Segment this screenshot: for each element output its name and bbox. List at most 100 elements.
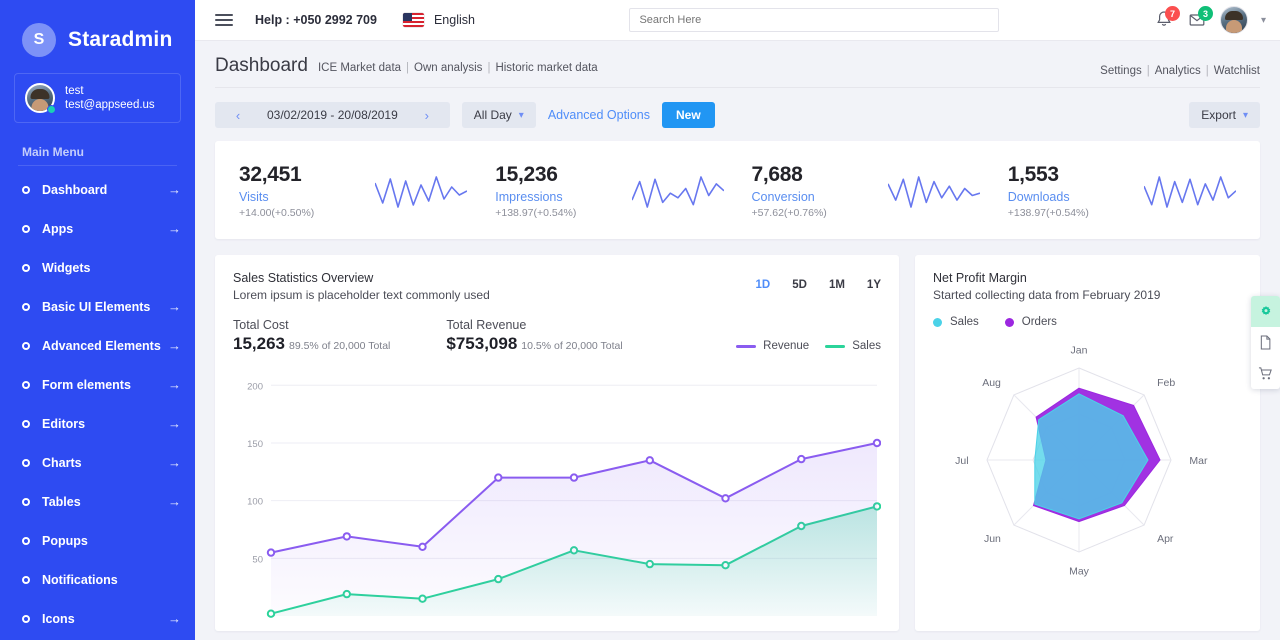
floating-action-panel bbox=[1251, 296, 1280, 389]
advanced-options-link[interactable]: Advanced Options bbox=[548, 108, 650, 122]
sidebar-item-dashboard[interactable]: Dashboard → bbox=[0, 170, 195, 209]
language-selector[interactable]: English bbox=[434, 13, 475, 27]
legend-color-dot bbox=[933, 317, 942, 327]
total-revenue-note: 10.5% of 20,000 Total bbox=[521, 340, 623, 352]
sales-area-chart: 50 100 150 200 bbox=[233, 354, 881, 622]
bullet-icon bbox=[22, 458, 30, 467]
sidebar-item-label: Advanced Elements bbox=[42, 338, 161, 353]
arrow-right-icon: → bbox=[168, 494, 181, 509]
svg-text:Apr: Apr bbox=[1157, 533, 1174, 545]
legend-label: Sales bbox=[852, 340, 881, 352]
hamburger-icon[interactable] bbox=[215, 14, 233, 26]
stat-card: 15,236 Impressions +138.97(+0.54%) bbox=[481, 163, 737, 219]
sidebar-item-label: Popups bbox=[42, 533, 88, 548]
legend-label: Sales bbox=[950, 316, 979, 328]
svg-text:100: 100 bbox=[247, 497, 263, 508]
profit-card-title: Net Profit Margin bbox=[933, 271, 1027, 285]
total-revenue-label: Total Revenue bbox=[446, 318, 527, 332]
chevron-down-icon: ▾ bbox=[518, 109, 524, 121]
sidebar-item-label: Editors bbox=[42, 416, 86, 431]
stat-delta: +138.97(+0.54%) bbox=[1007, 207, 1089, 219]
sidebar-item-apps[interactable]: Apps → bbox=[0, 209, 195, 248]
chevron-down-icon[interactable]: ▾ bbox=[1261, 15, 1266, 26]
export-dropdown[interactable]: Export ▾ bbox=[1189, 102, 1260, 128]
page-link[interactable]: Settings bbox=[1100, 65, 1142, 77]
sparkline-chart bbox=[631, 176, 724, 208]
user-avatar[interactable] bbox=[1219, 6, 1248, 34]
document-icon[interactable] bbox=[1251, 327, 1280, 358]
new-button[interactable]: New bbox=[661, 102, 715, 128]
stat-value: 1,553 bbox=[1007, 163, 1059, 186]
breadcrumb-item[interactable]: Own analysis bbox=[414, 62, 482, 74]
sidebar-item-basic-ui-elements[interactable]: Basic UI Elements → bbox=[0, 287, 195, 326]
svg-text:Aug: Aug bbox=[982, 377, 1001, 389]
range-tabs: 1D 5D 1M 1Y bbox=[756, 271, 881, 291]
range-tab-1d[interactable]: 1D bbox=[756, 279, 771, 291]
breadcrumb: ICE Market data | Own analysis | Historic ma… bbox=[318, 62, 598, 74]
sidebar-item-icons[interactable]: Icons → bbox=[0, 599, 195, 638]
sidebar-item-editors[interactable]: Editors → bbox=[0, 404, 195, 443]
sidebar-item-charts[interactable]: Charts → bbox=[0, 443, 195, 482]
link-separator: | bbox=[1205, 65, 1209, 77]
bullet-icon bbox=[22, 536, 30, 545]
main-area: Help : +050 2992 709 English 7 bbox=[195, 0, 1280, 640]
page-link[interactable]: Watchlist bbox=[1214, 65, 1260, 77]
page-content: Dashboard ICE Market data | Own analysis | H… bbox=[195, 41, 1280, 640]
svg-text:May: May bbox=[1069, 565, 1090, 577]
toolbar: ‹ 03/02/2019 - 20/08/2019 › All Day ▾ Ad… bbox=[215, 88, 1260, 141]
arrow-right-icon: → bbox=[168, 455, 181, 470]
stat-value: 15,236 bbox=[495, 163, 558, 186]
net-profit-radar-chart: Jan Feb Mar Apr May Jun Jul Aug bbox=[933, 328, 1242, 596]
sales-statistics-card: Sales Statistics Overview Lorem ipsum is… bbox=[215, 255, 899, 631]
legend-color-dot bbox=[1004, 317, 1014, 327]
sidebar-item-notifications[interactable]: Notifications bbox=[0, 560, 195, 599]
range-tab-5d[interactable]: 5D bbox=[792, 279, 807, 291]
sidebar-item-label: Apps bbox=[42, 221, 74, 236]
sidebar-item-advanced-elements[interactable]: Advanced Elements → bbox=[0, 326, 195, 365]
help-phone: Help : +050 2992 709 bbox=[255, 13, 377, 27]
bullet-icon bbox=[22, 419, 30, 428]
top-navbar: Help : +050 2992 709 English 7 bbox=[195, 0, 1280, 41]
gear-icon[interactable] bbox=[1251, 296, 1280, 327]
sidebar-item-tables[interactable]: Tables → bbox=[0, 482, 195, 521]
brand[interactable]: S Staradmin bbox=[0, 0, 195, 62]
range-tab-1m[interactable]: 1M bbox=[829, 279, 845, 291]
chevron-right-icon[interactable]: › bbox=[414, 108, 440, 123]
sidebar-item-form-elements[interactable]: Form elements → bbox=[0, 365, 195, 404]
sidebar-item-label: Notifications bbox=[42, 572, 118, 587]
page-link[interactable]: Analytics bbox=[1155, 65, 1201, 77]
chevron-down-icon: ▾ bbox=[1242, 109, 1248, 121]
cart-icon[interactable] bbox=[1251, 358, 1280, 389]
menu-section-title: Main Menu bbox=[22, 145, 84, 159]
date-range-picker[interactable]: ‹ 03/02/2019 - 20/08/2019 › bbox=[215, 102, 450, 128]
sidebar-item-widgets[interactable]: Widgets bbox=[0, 248, 195, 287]
date-range-value: 03/02/2019 - 20/08/2019 bbox=[267, 108, 398, 122]
breadcrumb-item[interactable]: ICE Market data bbox=[318, 62, 401, 74]
total-cost-value: 15,263 bbox=[233, 334, 285, 353]
sales-card-subtitle: Lorem ipsum is placeholder text commonly… bbox=[233, 288, 490, 302]
messages-envelope[interactable]: 3 bbox=[1187, 6, 1213, 31]
stat-card: 1,553 Downloads +138.97(+0.54%) bbox=[994, 163, 1250, 219]
range-tab-1y[interactable]: 1Y bbox=[867, 279, 881, 291]
notifications-bell[interactable]: 7 bbox=[1154, 6, 1180, 31]
stat-delta: +57.62(+0.76%) bbox=[751, 207, 827, 219]
all-day-label: All Day bbox=[473, 108, 512, 122]
chevron-left-icon[interactable]: ‹ bbox=[225, 108, 251, 123]
stat-card: 32,451 Visits +14.00(+0.50%) bbox=[225, 163, 481, 219]
stat-label: Visits bbox=[239, 190, 269, 204]
sidebar-item-label: Basic UI Elements bbox=[42, 299, 151, 314]
page-title: Dashboard bbox=[215, 55, 308, 76]
total-cost-label: Total Cost bbox=[233, 318, 289, 332]
stat-label: Impressions bbox=[495, 190, 563, 204]
search-input[interactable] bbox=[629, 8, 1000, 32]
brand-logo: S bbox=[22, 23, 56, 57]
sidebar-item-popups[interactable]: Popups bbox=[0, 521, 195, 560]
sidebar-profile[interactable]: test test@appseed.us bbox=[14, 73, 181, 123]
bullet-icon bbox=[22, 380, 30, 389]
brand-name: Staradmin bbox=[68, 28, 173, 51]
legend-color-bar bbox=[825, 344, 846, 348]
breadcrumb-separator: | bbox=[406, 62, 410, 74]
all-day-dropdown[interactable]: All Day ▾ bbox=[461, 102, 536, 128]
sidebar-nav: Dashboard → Apps → Widgets Basic UI Elements →… bbox=[0, 170, 195, 638]
breadcrumb-item[interactable]: Historic market data bbox=[495, 62, 597, 74]
